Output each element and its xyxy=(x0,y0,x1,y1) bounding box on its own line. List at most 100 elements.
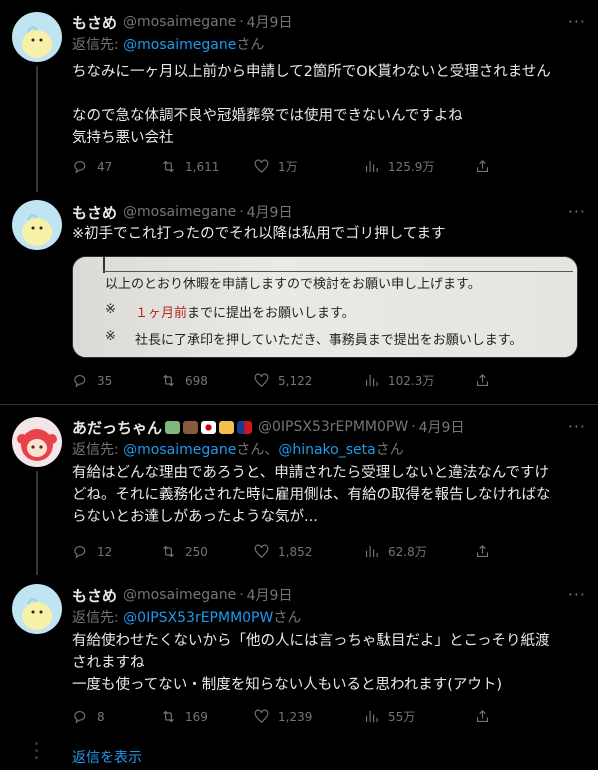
retweet-button[interactable]: 250 xyxy=(160,543,208,560)
views-button[interactable]: 102.3万 xyxy=(363,372,434,389)
views-icon xyxy=(365,374,378,387)
reply-suffix: さん xyxy=(236,37,265,53)
reply-button[interactable]: 47 xyxy=(72,158,112,175)
user-handle[interactable]: @mosaimegane xyxy=(123,204,236,220)
tweet-text: 有給はどんな理由であろうと、申請されたら受理しないと違法なんですけ どね。それに… xyxy=(72,462,586,528)
like-button[interactable]: 1,852 xyxy=(253,543,312,560)
show-replies-link[interactable]: 返信を表示 xyxy=(72,747,142,767)
like-button[interactable]: 1,239 xyxy=(253,708,312,725)
text-line: 有給はどんな理由であろうと、申請されたら受理しないと違法なんですけ xyxy=(72,465,550,481)
user-handle[interactable]: @0IPSX53rEPMM0PW xyxy=(258,419,408,435)
tweet-header: あだっちゃん @0IPSX53rEPMM0PW · 4月9日 xyxy=(72,417,586,437)
views-icon xyxy=(365,160,378,173)
reply-button[interactable]: 12 xyxy=(72,543,112,560)
reply-icon xyxy=(74,546,86,559)
tweet-header: もさめ @mosaimegane · 4月9日 xyxy=(72,202,586,222)
text-line: 有給使わせたくないから「他の人には言っちゃ駄目だよ」とこっそり紙渡 xyxy=(72,633,550,649)
tweet-date[interactable]: 4月9日 xyxy=(247,12,293,32)
avatar-adacchan[interactable] xyxy=(12,417,62,467)
matcha-emoji-icon xyxy=(165,420,181,434)
reply-mention[interactable]: @0IPSX53rEPMM0PW xyxy=(123,610,273,626)
handshake-emoji-icon xyxy=(219,420,235,434)
image-mark: ※ xyxy=(105,302,116,317)
reply-mention[interactable]: @mosaimegane xyxy=(123,37,236,53)
reply-prefix: 返信先: xyxy=(72,610,124,626)
tweet-2[interactable]: もさめ @mosaimegane · 4月9日 ··· ※初手でこれ打ったのでそ… xyxy=(0,192,598,402)
user-handle[interactable]: @mosaimegane xyxy=(123,587,236,603)
thread-line xyxy=(36,66,38,192)
views-button[interactable]: 125.9万 xyxy=(363,158,434,175)
reply-icon xyxy=(74,711,86,724)
tweet-text: ※初手でこれ打ったのでそれ以降は私用でゴリ押してます xyxy=(72,223,586,245)
taiwan-flag-icon xyxy=(237,420,253,434)
avatar-mosame[interactable] xyxy=(12,12,62,62)
reply-suffix: さん xyxy=(375,442,404,458)
reply-button[interactable]: 35 xyxy=(72,372,112,389)
reply-prefix: 返信先: xyxy=(72,37,124,53)
views-button[interactable]: 55万 xyxy=(363,708,415,725)
like-icon xyxy=(254,159,269,173)
more-icon[interactable]: ··· xyxy=(568,585,586,604)
retweet-button[interactable]: 1,611 xyxy=(160,158,219,175)
retweet-icon xyxy=(163,374,174,387)
separator-dot: · xyxy=(239,587,244,603)
image-text-line: 以上のとおり休暇を申請しますので検討をお願い申し上げます。 xyxy=(105,277,481,292)
more-icon[interactable]: ··· xyxy=(568,202,586,221)
more-icon[interactable]: ··· xyxy=(568,12,586,31)
text-line: されますね xyxy=(72,655,145,671)
tweet-3[interactable]: あだっちゃん @0IPSX53rEPMM0PW · 4月9日 ··· 返信先: … xyxy=(0,405,598,575)
tweet-date[interactable]: 4月9日 xyxy=(247,202,293,222)
retweet-button[interactable]: 169 xyxy=(160,708,208,725)
user-handle[interactable]: @mosaimegane xyxy=(123,14,236,30)
retweet-icon xyxy=(163,545,174,558)
image-red-text: １ヶ月前 xyxy=(135,306,188,321)
display-name[interactable]: もさめ xyxy=(72,202,117,223)
reply-icon xyxy=(74,375,86,388)
tweet-date[interactable]: 4月9日 xyxy=(247,585,293,605)
views-icon xyxy=(365,545,378,558)
views-count: 55万 xyxy=(388,710,416,724)
display-name[interactable]: あだっちゃん xyxy=(72,417,162,438)
retweet-button[interactable]: 698 xyxy=(160,372,208,389)
share-button[interactable] xyxy=(474,543,491,560)
views-button[interactable]: 62.8万 xyxy=(363,543,427,560)
action-bar: 47 1,611 1万 125.9万 xyxy=(72,158,598,178)
reply-to: 返信先: @mosaimeganeさん xyxy=(72,36,586,54)
more-icon[interactable]: ··· xyxy=(568,417,586,436)
display-name[interactable]: もさめ xyxy=(72,585,117,606)
text-line: なので急な体調不良や冠婚葬祭では使用できないんですよね xyxy=(72,108,463,124)
share-button[interactable] xyxy=(474,708,491,725)
avatar-mosame[interactable] xyxy=(12,200,62,250)
retweet-icon xyxy=(163,710,174,723)
tweet-text: 有給使わせたくないから「他の人には言っちゃ駄目だよ」とこっそり紙渡 されますね … xyxy=(72,630,586,696)
reply-mention[interactable]: @hinako_seta xyxy=(278,442,375,458)
text-line: 気持ち悪い会社 xyxy=(72,130,174,146)
avatar-mosame[interactable] xyxy=(12,584,62,634)
like-button[interactable]: 5,122 xyxy=(253,372,312,389)
views-count: 62.8万 xyxy=(388,545,427,559)
tweet-1[interactable]: もさめ @mosaimegane · 4月9日 ··· 返信先: @mosaim… xyxy=(0,0,598,192)
image-mark: ※ xyxy=(105,329,116,344)
action-bar: 8 169 1,239 55万 xyxy=(72,708,598,728)
tweet-4[interactable]: もさめ @mosaimegane · 4月9日 ··· 返信先: @0IPSX5… xyxy=(0,576,598,736)
tweet-header: もさめ @mosaimegane · 4月9日 xyxy=(72,585,586,605)
share-icon xyxy=(476,374,489,387)
reply-mid: さん、 xyxy=(236,442,279,458)
like-button[interactable]: 1万 xyxy=(253,158,298,175)
reply-count: 12 xyxy=(97,544,113,559)
text-line: ※初手でこれ打ったのでそれ以降は私用でゴリ押してます xyxy=(72,226,446,242)
like-icon xyxy=(254,709,269,723)
like-icon xyxy=(254,544,269,558)
text-line: どね。それに義務化された時に雇用側は、有給の取得を報告しなければな xyxy=(72,487,551,503)
share-button[interactable] xyxy=(474,372,491,389)
reply-mention[interactable]: @mosaimegane xyxy=(123,442,236,458)
share-button[interactable] xyxy=(474,158,491,175)
reply-suffix: さん xyxy=(273,610,302,626)
views-count: 125.9万 xyxy=(388,160,435,174)
like-count: 1万 xyxy=(278,160,298,174)
paper-line xyxy=(103,271,573,272)
tweet-date[interactable]: 4月9日 xyxy=(419,417,465,437)
tweet-image[interactable]: 以上のとおり休暇を申請しますので検討をお願い申し上げます。 ※ １ヶ月前までに提… xyxy=(72,256,578,358)
reply-button[interactable]: 8 xyxy=(72,708,105,725)
display-name[interactable]: もさめ xyxy=(72,12,117,33)
